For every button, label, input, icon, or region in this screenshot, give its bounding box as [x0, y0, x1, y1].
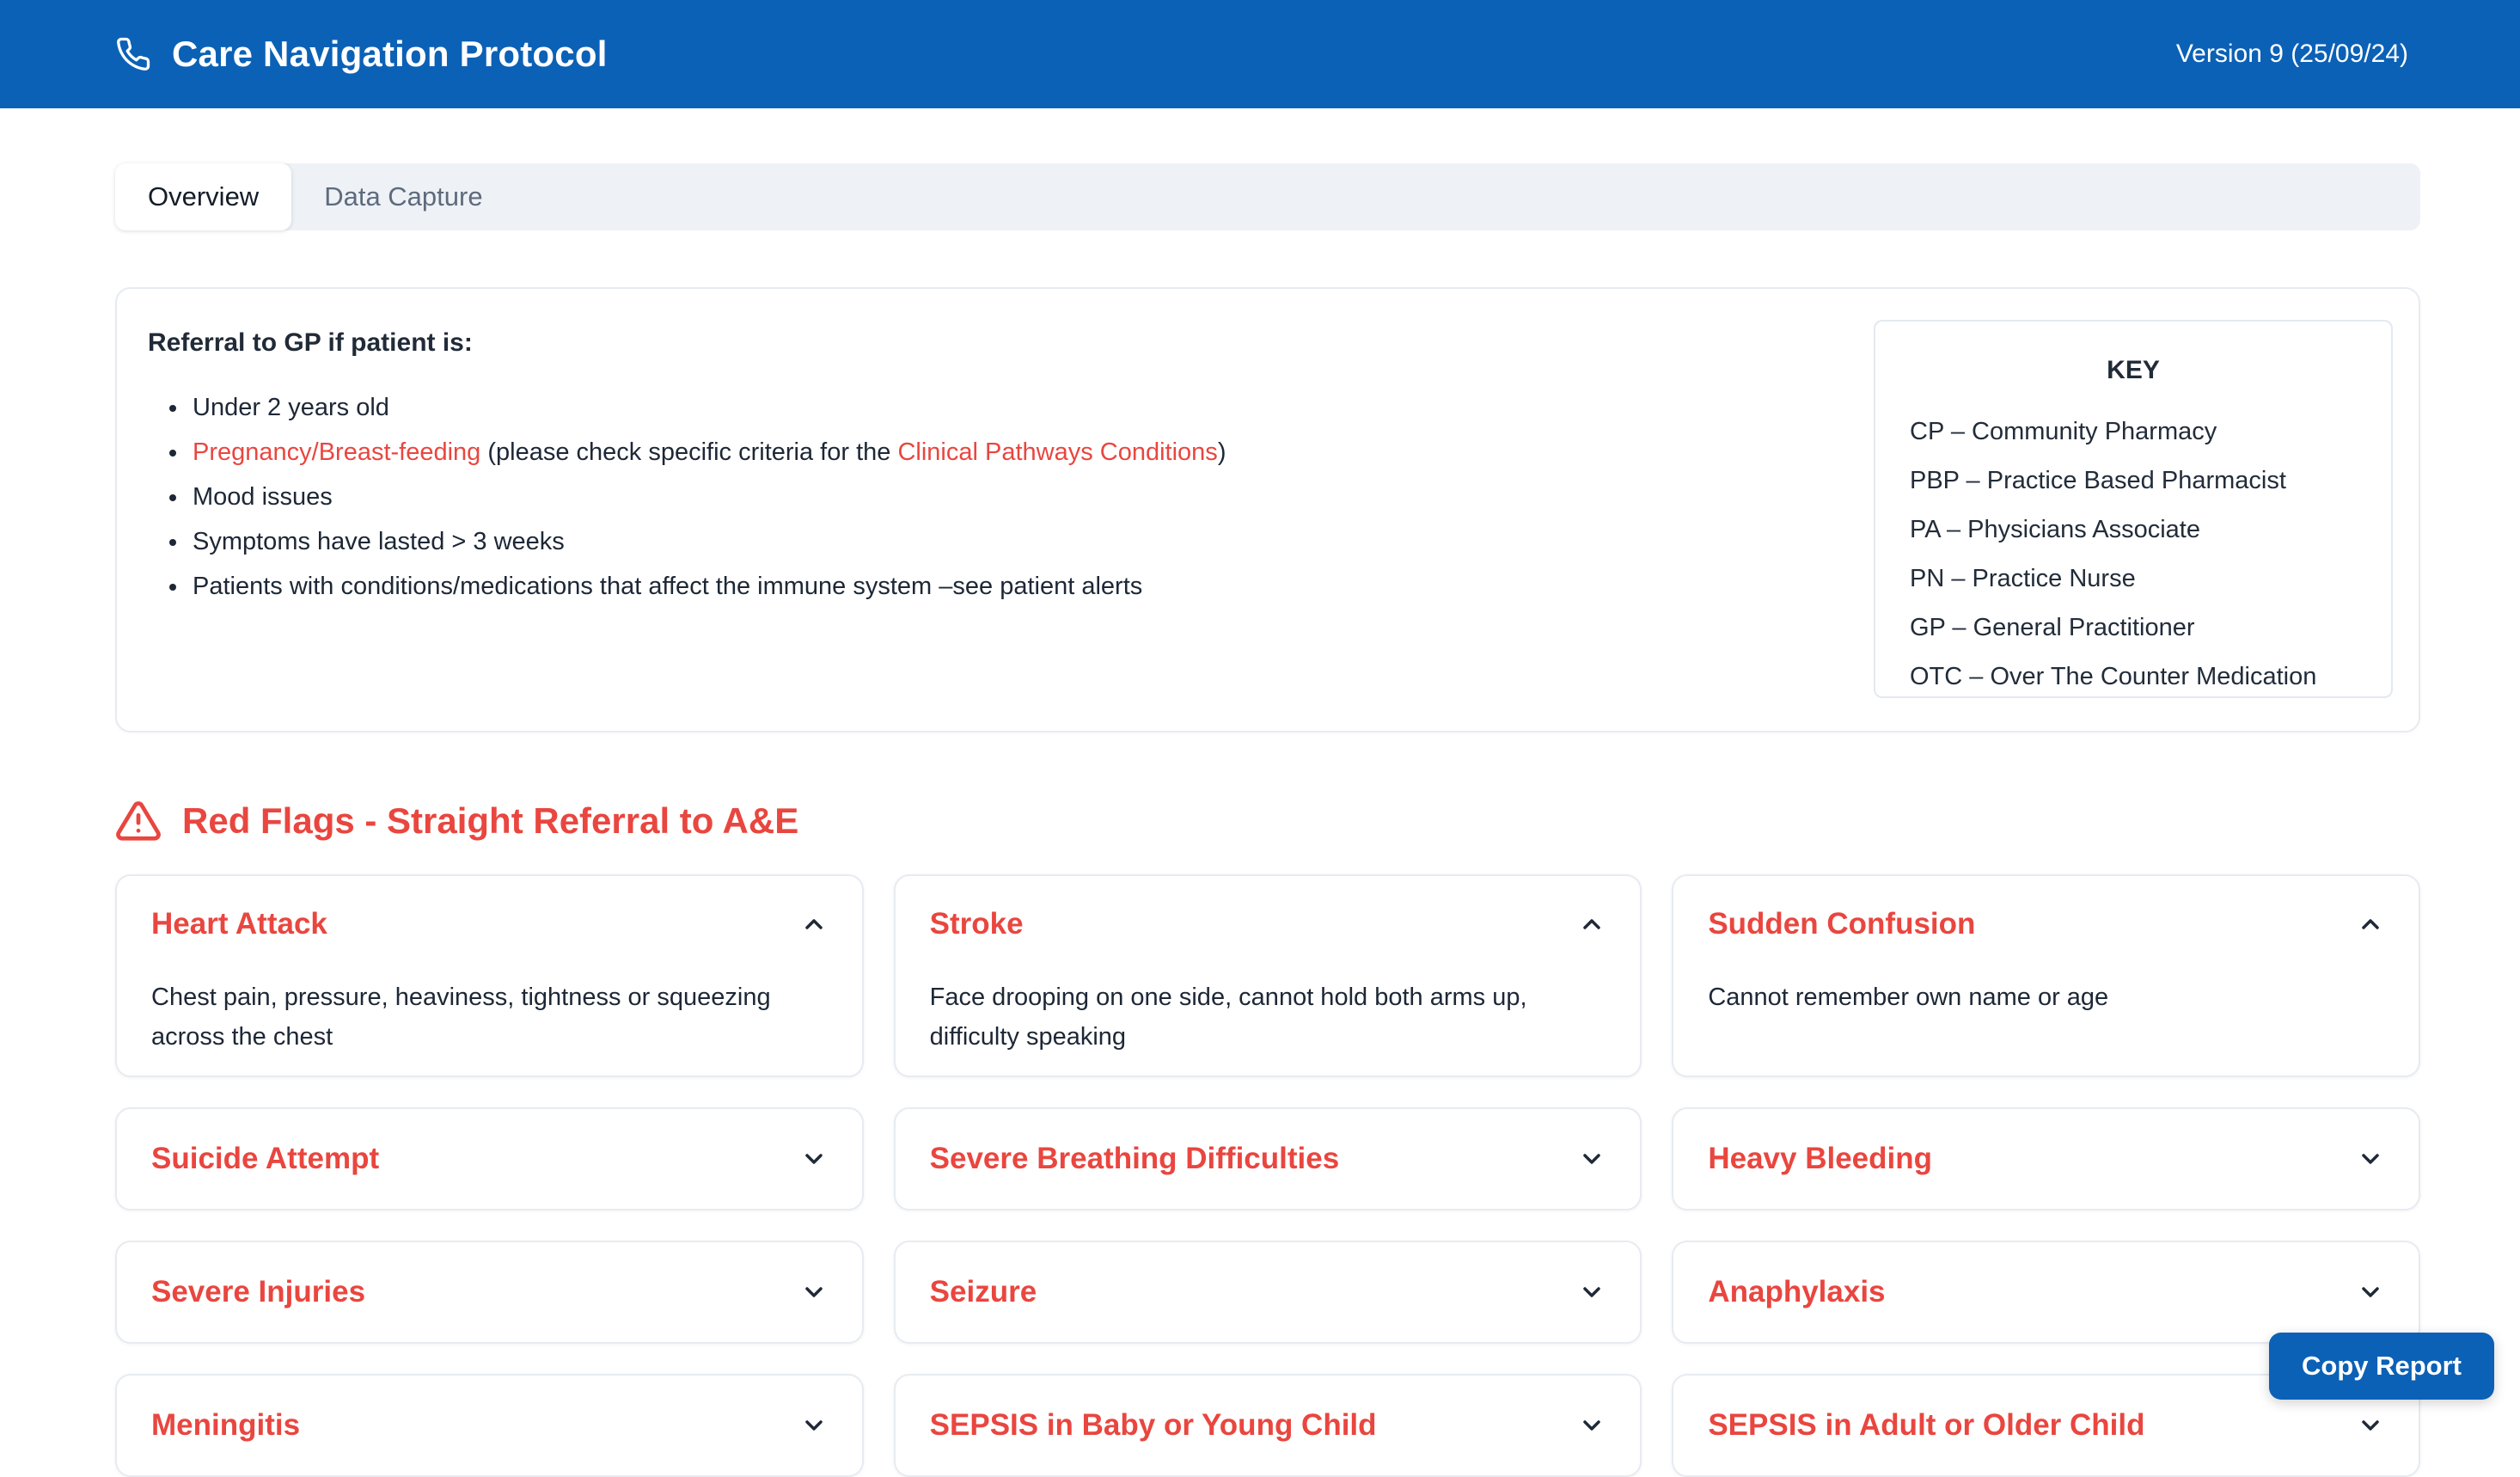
referral-card: Referral to GP if patient is: Under 2 ye… — [115, 287, 2420, 732]
card-toggle[interactable]: Sudden Confusion — [1708, 907, 2384, 941]
key-item: GP – General Practitioner — [1910, 604, 2357, 653]
phone-icon — [115, 36, 151, 72]
clinical-pathways-conditions-text: Clinical Pathways Conditions — [897, 438, 1217, 466]
redflag-card-severe-injuries[interactable]: Severe Injuries — [115, 1241, 864, 1344]
chevron-down-icon[interactable] — [2357, 1145, 2384, 1173]
bullet-text: Under 2 years old — [193, 394, 389, 421]
chevron-up-icon[interactable] — [800, 910, 828, 938]
tab-bar: Overview Data Capture — [115, 163, 2420, 230]
key-box: KEY CP – Community Pharmacy PBP – Practi… — [1874, 320, 2393, 698]
chevron-down-icon[interactable] — [800, 1145, 828, 1173]
redflag-card-seizure[interactable]: Seizure — [894, 1241, 1642, 1344]
bullet-text: Mood issues — [193, 483, 333, 511]
redflag-card-heavy-bleeding[interactable]: Heavy Bleeding — [1672, 1107, 2420, 1210]
chevron-down-icon[interactable] — [2357, 1278, 2384, 1306]
tab-data-capture[interactable]: Data Capture — [291, 163, 515, 230]
bullet-text: (please check specific criteria for the — [480, 438, 897, 466]
card-body: Chest pain, pressure, heaviness, tightne… — [151, 978, 828, 1057]
key-items: CP – Community Pharmacy PBP – Practice B… — [1910, 408, 2357, 702]
version-label: Version 9 (25/09/24) — [2176, 40, 2408, 69]
red-flags-heading-text: Red Flags - Straight Referral to A&E — [182, 800, 798, 842]
key-item: PBP – Practice Based Pharmacist — [1910, 457, 2357, 506]
card-title: Suicide Attempt — [151, 1142, 379, 1176]
app-header: Care Navigation Protocol Version 9 (25/0… — [0, 0, 2520, 108]
copy-report-button[interactable]: Copy Report — [2269, 1333, 2494, 1400]
bullet-text: Symptoms have lasted > 3 weeks — [193, 528, 565, 555]
warning-triangle-icon — [115, 798, 162, 844]
key-item: CP – Community Pharmacy — [1910, 408, 2357, 457]
redflag-card-suicide-attempt[interactable]: Suicide Attempt — [115, 1107, 864, 1210]
main-content: Overview Data Capture Referral to GP if … — [0, 163, 2520, 1477]
bullet-text: Patients with conditions/medications tha… — [193, 573, 1142, 600]
red-flag-cards-grid: Heart Attack Chest pain, pressure, heavi… — [115, 874, 2420, 1477]
tab-overview[interactable]: Overview — [115, 163, 291, 230]
bullet-text: ) — [1218, 438, 1226, 466]
card-title: Severe Injuries — [151, 1275, 365, 1309]
key-item: PA – Physicians Associate — [1910, 506, 2357, 555]
redflag-card-anaphylaxis[interactable]: Anaphylaxis — [1672, 1241, 2420, 1344]
card-body: Cannot remember own name or age — [1708, 978, 2384, 1017]
key-item: OTC – Over The Counter Medication — [1910, 653, 2357, 702]
bullet-emphasis-text: Pregnancy/Breast-feeding — [193, 438, 480, 466]
redflag-card-heart-attack: Heart Attack Chest pain, pressure, heavi… — [115, 874, 864, 1077]
card-title: Heavy Bleeding — [1708, 1142, 1932, 1176]
card-toggle[interactable]: Heart Attack — [151, 907, 828, 941]
redflag-card-stroke: Stroke Face drooping on one side, cannot… — [894, 874, 1642, 1077]
card-title: Sudden Confusion — [1708, 907, 1975, 941]
key-title: KEY — [1910, 356, 2357, 385]
card-title: Stroke — [930, 907, 1024, 941]
chevron-up-icon[interactable] — [1578, 910, 1606, 938]
card-title: Seizure — [930, 1275, 1037, 1309]
key-item: PN – Practice Nurse — [1910, 555, 2357, 604]
chevron-down-icon[interactable] — [1578, 1278, 1606, 1306]
card-title: Anaphylaxis — [1708, 1275, 1885, 1309]
red-flags-heading: Red Flags - Straight Referral to A&E — [115, 798, 2420, 844]
chevron-down-icon[interactable] — [1578, 1145, 1606, 1173]
page-title: Care Navigation Protocol — [172, 34, 608, 75]
card-body: Face drooping on one side, cannot hold b… — [930, 978, 1606, 1057]
chevron-up-icon[interactable] — [2357, 910, 2384, 938]
redflag-card-severe-breathing-difficulties[interactable]: Severe Breathing Difficulties — [894, 1107, 1642, 1210]
card-title: Severe Breathing Difficulties — [930, 1142, 1340, 1176]
card-toggle[interactable]: Stroke — [930, 907, 1606, 941]
chevron-down-icon[interactable] — [800, 1278, 828, 1306]
card-title: Heart Attack — [151, 907, 327, 941]
redflag-card-sudden-confusion: Sudden Confusion Cannot remember own nam… — [1672, 874, 2420, 1077]
